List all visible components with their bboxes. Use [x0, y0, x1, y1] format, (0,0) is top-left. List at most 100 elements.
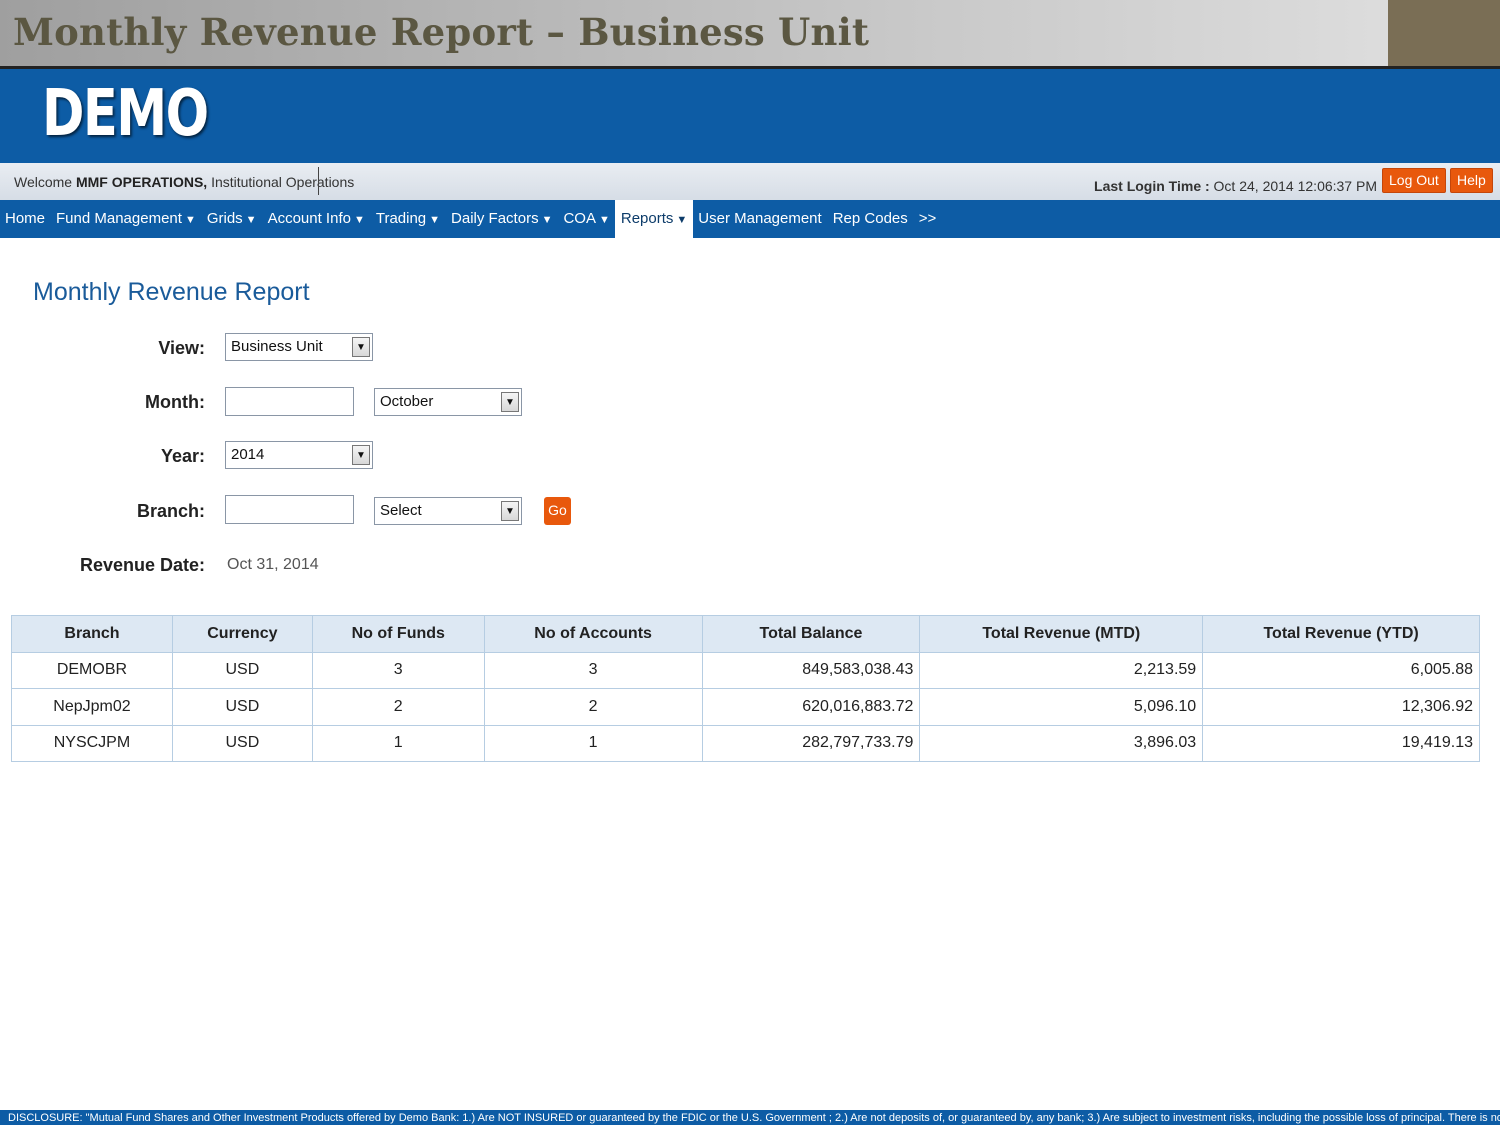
- dropdown-arrow-icon: ▼: [429, 214, 441, 226]
- nav-fund-management-label: Fund Management: [56, 210, 182, 227]
- table-row: NYSCJPM USD 1 1 282,797,733.79 3,896.03 …: [11, 724, 1480, 762]
- dropdown-arrow-icon: ▼: [541, 214, 553, 226]
- dropdown-arrow-icon: ▼: [184, 214, 196, 226]
- cell-total-balance: 620,016,883.72: [701, 688, 921, 726]
- cell-total-revenue-ytd: 19,419.13: [1202, 724, 1480, 762]
- dropdown-arrow-icon: ▼: [676, 214, 688, 226]
- nav-home-label: Home: [5, 210, 46, 227]
- welcome-prefix: Welcome: [14, 174, 73, 190]
- last-login-time: Last Login Time : Oct 24, 2014 12:06:37 …: [1094, 178, 1377, 194]
- slide-title: Monthly Revenue Report – Business Unit: [13, 10, 870, 54]
- cell-total-revenue-ytd: 6,005.88: [1202, 651, 1480, 689]
- nav-reports[interactable]: Reports ▼: [614, 200, 694, 238]
- nav-more[interactable]: >>: [919, 200, 937, 238]
- col-header-total-revenue-ytd[interactable]: Total Revenue (YTD): [1202, 615, 1480, 653]
- welcome-org: Institutional Operations: [211, 174, 355, 190]
- caret-down-icon: ▼: [352, 337, 370, 357]
- col-header-currency[interactable]: Currency: [171, 615, 313, 653]
- welcome-separator: [318, 167, 319, 195]
- cell-total-revenue-ytd: 12,306.92: [1202, 688, 1480, 726]
- page-title: Monthly Revenue Report: [33, 278, 310, 306]
- cell-currency: USD: [171, 688, 313, 726]
- nav-trading-label: Trading: [375, 210, 427, 227]
- col-header-no-of-funds[interactable]: No of Funds: [311, 615, 485, 653]
- nav-daily-factors-label: Daily Factors: [451, 210, 539, 227]
- app-header: DEMO: [0, 69, 1500, 163]
- disclosure-footer: DISCLOSURE: "Mutual Fund Shares and Othe…: [0, 1110, 1500, 1125]
- nav-daily-factors[interactable]: Daily Factors ▼: [451, 200, 552, 238]
- branch-select[interactable]: Select ▼: [374, 497, 522, 525]
- month-input[interactable]: [225, 387, 354, 416]
- demo-logo: DEMO: [42, 77, 209, 151]
- cell-total-balance: 849,583,038.43: [701, 651, 921, 689]
- nav-home[interactable]: Home: [5, 200, 45, 238]
- welcome-text: Welcome MMF OPERATIONS, Institutional Op…: [14, 174, 354, 190]
- cell-no-of-funds: 1: [311, 724, 485, 762]
- col-header-branch[interactable]: Branch: [11, 615, 173, 653]
- cell-branch: NYSCJPM: [11, 724, 173, 762]
- revenue-date-label: Revenue Date:: [79, 555, 205, 575]
- caret-down-icon: ▼: [352, 445, 370, 465]
- nav-trading[interactable]: Trading ▼: [376, 200, 440, 238]
- nav-reports-label: Reports: [620, 210, 674, 227]
- cell-no-of-accounts: 3: [483, 651, 703, 689]
- nav-grids[interactable]: Grids ▼: [207, 200, 257, 238]
- nav-more-label: >>: [918, 210, 937, 227]
- nav-grids-label: Grids: [206, 210, 243, 227]
- nav-coa[interactable]: COA ▼: [563, 200, 609, 238]
- revenue-table: Branch Currency No of Funds No of Accoun…: [11, 615, 1480, 762]
- cell-no-of-funds: 2: [311, 688, 485, 726]
- cell-total-revenue-mtd: 5,096.10: [919, 688, 1204, 726]
- view-label: View:: [158, 338, 205, 358]
- cell-branch: NepJpm02: [11, 688, 173, 726]
- branch-input[interactable]: [225, 495, 354, 524]
- caret-down-icon: ▼: [501, 392, 519, 412]
- dropdown-arrow-icon: ▼: [245, 214, 257, 226]
- nav-fund-management[interactable]: Fund Management ▼: [56, 200, 196, 238]
- go-button[interactable]: Go: [544, 497, 571, 525]
- year-select[interactable]: 2014 ▼: [225, 441, 373, 469]
- col-header-total-revenue-mtd[interactable]: Total Revenue (MTD): [919, 615, 1204, 653]
- cell-total-revenue-mtd: 2,213.59: [919, 651, 1204, 689]
- welcome-user: MMF OPERATIONS,: [75, 174, 208, 190]
- year-select-value: 2014: [231, 446, 265, 463]
- last-login-label: Last Login Time :: [1094, 178, 1210, 194]
- dropdown-arrow-icon: ▼: [598, 214, 610, 226]
- month-label: Month:: [145, 392, 205, 412]
- slide-title-bar: Monthly Revenue Report – Business Unit: [0, 0, 1500, 66]
- nav-coa-label: COA: [563, 210, 596, 227]
- view-select[interactable]: Business Unit ▼: [225, 333, 373, 361]
- year-label: Year:: [160, 446, 205, 466]
- cell-total-revenue-mtd: 3,896.03: [919, 724, 1204, 762]
- cell-currency: USD: [171, 724, 313, 762]
- view-select-value: Business Unit: [231, 338, 323, 355]
- nav-user-management[interactable]: User Management: [698, 200, 821, 238]
- nav-account-info-label: Account Info: [267, 210, 351, 227]
- last-login-value: Oct 24, 2014 12:06:37 PM: [1213, 178, 1377, 194]
- revenue-date-value: Oct 31, 2014: [227, 556, 319, 573]
- branch-select-value: Select: [380, 502, 422, 519]
- month-select[interactable]: October ▼: [374, 388, 522, 416]
- help-button[interactable]: Help: [1450, 168, 1493, 193]
- main-nav: Home Fund Management ▼ Grids ▼ Account Inf…: [0, 200, 1500, 238]
- cell-no-of-accounts: 2: [483, 688, 703, 726]
- table-row: NepJpm02 USD 2 2 620,016,883.72 5,096.10…: [11, 688, 1480, 726]
- cell-no-of-accounts: 1: [483, 724, 703, 762]
- cell-currency: USD: [171, 651, 313, 689]
- title-accent-block: [1388, 0, 1500, 66]
- col-header-no-of-accounts[interactable]: No of Accounts: [483, 615, 703, 653]
- logout-button[interactable]: Log Out: [1382, 168, 1446, 193]
- caret-down-icon: ▼: [501, 501, 519, 521]
- table-row: DEMOBR USD 3 3 849,583,038.43 2,213.59 6…: [11, 651, 1480, 689]
- table-header-row: Branch Currency No of Funds No of Accoun…: [11, 615, 1480, 653]
- nav-rep-codes[interactable]: Rep Codes: [833, 200, 908, 238]
- welcome-strip: Welcome MMF OPERATIONS, Institutional Op…: [0, 163, 1500, 200]
- cell-total-balance: 282,797,733.79: [701, 724, 921, 762]
- col-header-total-balance[interactable]: Total Balance: [701, 615, 921, 653]
- dropdown-arrow-icon: ▼: [353, 214, 365, 226]
- nav-user-management-label: User Management: [698, 210, 822, 227]
- month-select-value: October: [380, 393, 434, 410]
- cell-branch: DEMOBR: [11, 651, 173, 689]
- branch-label: Branch:: [136, 501, 205, 521]
- nav-account-info[interactable]: Account Info ▼: [268, 200, 365, 238]
